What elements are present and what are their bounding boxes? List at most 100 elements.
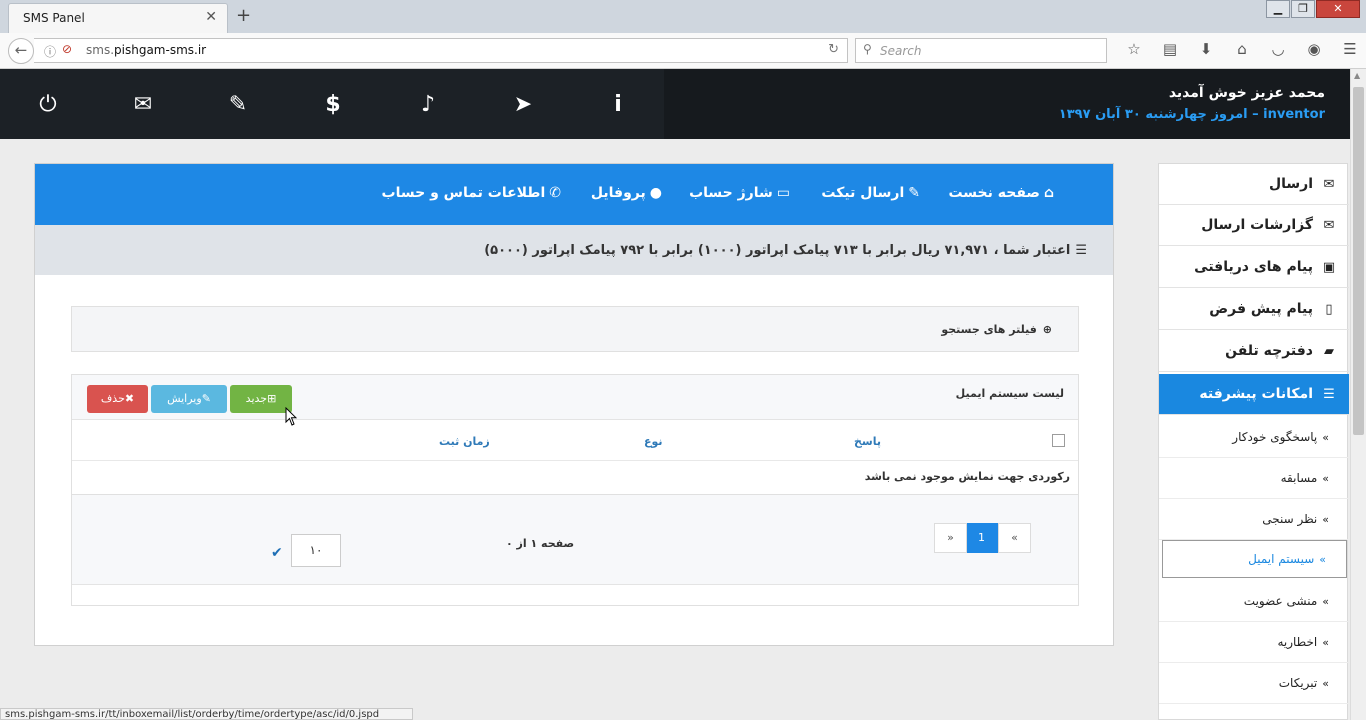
nav-profile[interactable]: ●پروفایل <box>591 185 662 201</box>
times-icon: ✖ <box>124 392 135 405</box>
account-icon[interactable]: ◉ <box>1296 40 1332 58</box>
maximize-button[interactable]: ❐ <box>1291 0 1315 18</box>
home-icon[interactable]: ⌂ <box>1224 40 1260 58</box>
nav-home[interactable]: ⌂صفحه نخست <box>948 185 1054 201</box>
page-size-input[interactable]: ۱۰ <box>291 534 341 567</box>
pocket-icon[interactable]: ◡ <box>1260 40 1296 58</box>
empty-message: رکوردی جهت نمایش موجود نمی باشد <box>864 470 1070 483</box>
column-header-type[interactable]: نوع <box>644 435 663 448</box>
double-chevron-icon: » <box>1322 594 1329 608</box>
ticket-icon[interactable]: ✎ <box>223 92 253 117</box>
browser-navbar: ← ⓘ ⊘ sms.pishgam-sms.ir ↻ ⚲ Search ☆ ▤ … <box>0 33 1366 69</box>
credit-card-icon: ▭ <box>776 185 790 201</box>
sidebar-sub-notice[interactable]: » اخطاریه <box>1159 622 1349 663</box>
status-url: sms.pishgam-sms.ir/tt/inboxemail/list/or… <box>0 708 413 720</box>
edit-icon: ✎ <box>201 392 211 405</box>
minimize-button[interactable]: ▁ <box>1266 0 1290 18</box>
toolbar-icons: ☆ ▤ ⬇ ⌂ ◡ ◉ ☰ <box>1116 40 1366 58</box>
download-icon[interactable]: ⬇ <box>1188 40 1224 58</box>
sidebar-item-default-messages[interactable]: ▯ پیام پیش فرض <box>1159 289 1349 330</box>
sidebar-item-phonebook[interactable]: ▰ دفترچه تلفن <box>1159 331 1349 372</box>
sidebar-item-send[interactable]: ✉ ارسال <box>1159 164 1349 205</box>
double-chevron-icon: » <box>1322 430 1329 444</box>
sidebar-item-advanced[interactable]: ☰ امکانات پیشرفته <box>1159 374 1349 415</box>
insecure-icon: ⊘ <box>62 42 73 56</box>
sidebar-sub-greetings[interactable]: » تبریکات <box>1159 663 1349 704</box>
search-icon: ⚲ <box>863 42 872 56</box>
search-filters-toggle[interactable]: ⊕ فیلتر های جستجو <box>71 306 1079 352</box>
username[interactable]: inventor <box>1263 107 1325 122</box>
mouse-cursor-icon <box>285 407 297 426</box>
back-button[interactable]: ← <box>8 38 34 64</box>
close-window-button[interactable]: ✕ <box>1316 0 1360 18</box>
check-icon[interactable]: ✔ <box>271 545 283 561</box>
user-icon: ● <box>649 185 662 201</box>
divider <box>72 460 1078 461</box>
bell-icon[interactable]: ♪ <box>413 92 443 117</box>
page-info: صفحه ۱ از ۰ <box>506 537 575 550</box>
column-header-created-time[interactable]: زمان ثبت <box>439 435 490 448</box>
sidebar-item-send-reports[interactable]: ✉ گزارشات ارسال <box>1159 205 1349 246</box>
delete-button[interactable]: ✖حذف <box>87 385 148 413</box>
close-tab-icon[interactable]: ✕ <box>205 9 217 25</box>
sidebar-item-inbox[interactable]: ▣ پیام های دریافتی <box>1159 247 1349 288</box>
welcome-text: محمد عزیز خوش آمدید <box>1168 85 1325 101</box>
column-header-response[interactable]: پاسخ <box>854 435 881 448</box>
envelope-icon[interactable]: ✉ <box>128 92 158 117</box>
sidebar-sub-poll[interactable]: » نظر سنجی <box>1159 499 1349 540</box>
paper-plane-icon[interactable]: ➤ <box>508 92 538 117</box>
new-button[interactable]: ⊞جدید <box>230 385 292 413</box>
info-icon[interactable]: i <box>603 92 633 117</box>
double-chevron-icon: » <box>1322 471 1329 485</box>
page-scrollbar[interactable]: ▲ <box>1350 69 1366 720</box>
envelope-icon: ✉ <box>1323 176 1335 192</box>
database-icon: ☰ <box>1075 242 1087 258</box>
url-bar[interactable]: ⓘ ⊘ sms.pishgam-sms.ir ↻ <box>34 38 848 63</box>
inbox-icon: ▣ <box>1322 259 1336 275</box>
window-controls: ▁ ❐ ✕ <box>1265 0 1360 20</box>
tab-title: SMS Panel <box>23 11 85 25</box>
pager-next-button[interactable]: » <box>934 523 967 553</box>
browser-tab-bar: SMS Panel ✕ + ▁ ❐ ✕ <box>0 0 1366 33</box>
scroll-thumb[interactable] <box>1353 87 1364 435</box>
envelope-open-icon: ✉ <box>1323 217 1335 233</box>
pager-prev-button[interactable]: « <box>998 523 1031 553</box>
top-navigation: ⌂صفحه نخست ✎ارسال تیکت ▭شارژ حساب ●پروفا… <box>35 164 1113 225</box>
bookmark-star-icon[interactable]: ☆ <box>1116 40 1152 58</box>
plus-square-icon: ⊞ <box>267 392 277 405</box>
nav-charge-account[interactable]: ▭شارژ حساب <box>689 185 790 201</box>
credit-info: ☰ اعتبار شما ، ۷۱,۹۷۱ ریال برابر با ۷۱۳ پ… <box>35 225 1113 275</box>
main-panel: ⌂صفحه نخست ✎ارسال تیکت ▭شارژ حساب ●پروفا… <box>34 163 1114 646</box>
scroll-up-icon[interactable]: ▲ <box>1354 71 1360 80</box>
double-chevron-icon: » <box>1322 635 1329 649</box>
dollar-icon[interactable]: $ <box>318 92 348 117</box>
list-header: لیست سیستم ایمیل ⊞جدید ✎ویرایش ✖حذف <box>72 375 1078 420</box>
sidebar-sub-email-system[interactable]: » سیستم ایمیل <box>1162 540 1347 578</box>
home-icon: ⌂ <box>1043 185 1054 201</box>
pager-page-1[interactable]: 1 <box>965 523 998 553</box>
sidebar-sub-membership[interactable]: » منشی عضویت <box>1159 581 1349 622</box>
sidebar-sub-auto-responder[interactable]: » پاسخگوی خودکار <box>1159 417 1349 458</box>
menu-icon[interactable]: ☰ <box>1332 40 1366 58</box>
url-text[interactable]: sms.pishgam-sms.ir <box>86 43 206 57</box>
double-chevron-icon: » <box>1322 512 1329 526</box>
select-all-checkbox[interactable] <box>1052 434 1065 447</box>
list-icon: ☰ <box>1323 386 1335 402</box>
info-icon[interactable]: ⓘ <box>44 43 56 60</box>
plus-circle-icon: ⊕ <box>1042 322 1052 336</box>
edit-button[interactable]: ✎ویرایش <box>151 385 227 413</box>
search-bar[interactable]: ⚲ Search <box>855 38 1107 63</box>
reading-list-icon[interactable]: ▤ <box>1152 40 1188 58</box>
site-header: ⏻ ✉ ✎ $ ♪ ➤ i محمد عزیز خوش آمدید invent… <box>0 69 1350 139</box>
reload-icon[interactable]: ↻ <box>828 42 839 57</box>
nav-contact-info[interactable]: ✆اطلاعات تماس و حساب <box>382 185 561 201</box>
sidebar: ✉ ارسال ✉ گزارشات ارسال ▣ پیام های دریافتی … <box>1158 163 1349 720</box>
today-date: امروز چهارشنبه ۳۰ آبان ۱۳۹۷ <box>1058 107 1248 122</box>
nav-send-ticket[interactable]: ✎ارسال تیکت <box>821 185 920 201</box>
browser-tab[interactable]: SMS Panel ✕ <box>8 3 228 33</box>
power-icon[interactable]: ⏻ <box>33 92 63 117</box>
book-icon: ▰ <box>1324 343 1334 359</box>
sidebar-sub-contest[interactable]: » مسابقه <box>1159 458 1349 499</box>
new-tab-button[interactable]: + <box>236 5 251 26</box>
list-title: لیست سیستم ایمیل <box>955 387 1064 400</box>
